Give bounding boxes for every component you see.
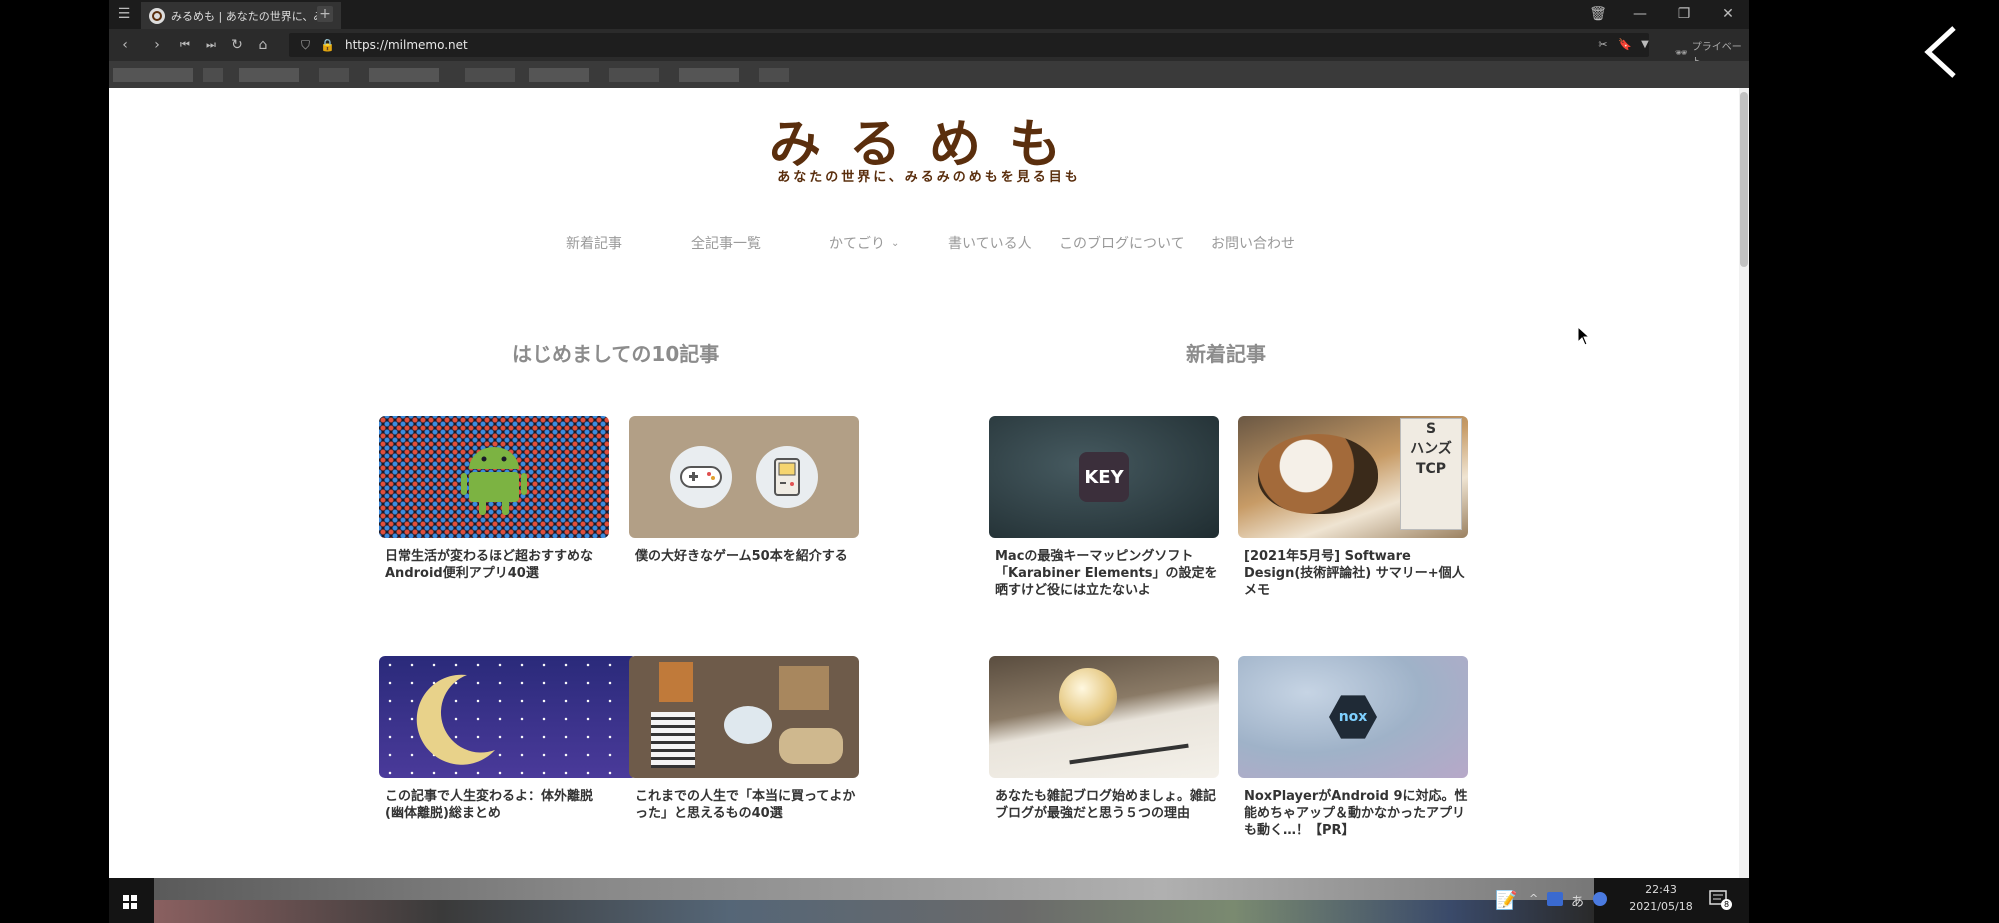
bookmarks-bar[interactable]: [109, 61, 1749, 88]
card-title[interactable]: [2021年5月号] Software Design(技術評論社) サマリー+個…: [1238, 548, 1469, 599]
nav-item-author[interactable]: 書いている人: [948, 233, 1032, 253]
nav-item-all-articles[interactable]: 全記事一覧: [691, 233, 761, 253]
card-title[interactable]: 僕の大好きなゲーム50本を紹介する: [629, 548, 860, 565]
ime-indicator[interactable]: あ: [1571, 891, 1584, 910]
new-tab-icon[interactable]: +: [317, 6, 333, 22]
pen-item: [1069, 743, 1189, 765]
private-mode-icon: 🕶: [1675, 47, 1688, 59]
skip-back-icon[interactable]: ⏮: [175, 35, 195, 55]
trash-icon[interactable]: 🗑: [1589, 5, 1607, 23]
nav-item-about[interactable]: このブログについて: [1059, 233, 1185, 253]
card-title[interactable]: この記事で人生変わるよ：体外離脱(幽体離脱)総まとめ: [379, 788, 610, 822]
card-title[interactable]: 日常生活が変わるほど超おすすめなAndroid便利アプリ40選: [379, 548, 610, 582]
article-card[interactable]: あなたも雑記ブログ始めましょ。雑記ブログが最強だと思う５つの理由: [989, 656, 1220, 822]
start-windows-icon[interactable]: [123, 894, 137, 909]
address-bar[interactable]: ⛉ 🔒 https://milmemo.net: [289, 33, 1649, 57]
home-icon[interactable]: ⌂: [253, 35, 273, 55]
article-card[interactable]: この記事で人生変わるよ：体外離脱(幽体離脱)総まとめ: [379, 656, 637, 822]
article-card[interactable]: 僕の大好きなゲーム50本を紹介する: [629, 416, 860, 565]
browser-window: ☰ みるめも | あなたの世界に、み + 🗑 — ❐ ✕ ‹ › ⏮ ⏭ ↻ ⌂…: [109, 0, 1749, 923]
mouse-cursor-icon: [1577, 325, 1591, 350]
lock-icon: 🔒: [320, 38, 335, 52]
close-icon[interactable]: ✕: [1719, 5, 1737, 23]
article-card[interactable]: 日常生活が変わるほど超おすすめなAndroid便利アプリ40選: [379, 416, 610, 582]
notification-count: 8: [1721, 899, 1732, 910]
moon-icon: [416, 674, 495, 765]
back-icon[interactable]: ‹: [115, 35, 135, 55]
url-text: https://milmemo.net: [344, 38, 468, 52]
reload-icon[interactable]: ↻: [227, 35, 247, 55]
card-thumbnail[interactable]: nox: [1238, 656, 1468, 778]
card-thumbnail[interactable]: S ハンズ TCP: [1238, 416, 1468, 538]
nox-logo-icon: nox: [1329, 695, 1377, 739]
card-thumbnail[interactable]: [629, 656, 859, 778]
restore-icon[interactable]: ❐: [1675, 5, 1693, 23]
clock-time: 22:43: [1645, 883, 1677, 896]
bookmark-icon[interactable]: 🔖: [1617, 36, 1633, 52]
dropdown-icon[interactable]: ▼: [1637, 36, 1653, 52]
shield-icon: ⛉: [301, 37, 311, 52]
nav-item-category-label: かてごり: [829, 236, 885, 252]
web-page: みるめも あなたの世界に、みるみのめもを見る目も 新着記事 全記事一覧 かてごり…: [109, 88, 1749, 878]
handheld-console-icon: [756, 446, 818, 508]
minimize-icon[interactable]: —: [1631, 5, 1649, 23]
nav-item-new-articles[interactable]: 新着記事: [566, 233, 622, 253]
chevron-down-icon: ⌄: [891, 237, 900, 249]
nav-item-category[interactable]: かてごり ⌄: [829, 233, 899, 253]
pinned-apps-area[interactable]: [154, 878, 1594, 923]
card-title[interactable]: NoxPlayerがAndroid 9に対応。性能めちゃアップ＆動かなかったアプ…: [1238, 788, 1469, 839]
lightbulb-photo: [1059, 668, 1117, 726]
bag-item: [779, 666, 829, 710]
article-card[interactable]: これまでの人生で「本当に買ってよかった」と思えるもの40選: [629, 656, 860, 822]
notepad-icon[interactable]: 📝: [1495, 890, 1517, 911]
scrollbar-thumb[interactable]: [1740, 92, 1748, 267]
article-card[interactable]: KEY Macの最強キーマッピングソフト「Karabiner Elements」…: [989, 416, 1220, 599]
android-icon: [461, 447, 527, 515]
back-chevron-icon[interactable]: [1918, 24, 1964, 80]
card-thumbnail[interactable]: [379, 416, 609, 538]
clock[interactable]: 22:43 2021/05/18: [1629, 883, 1693, 913]
card-title[interactable]: これまでの人生で「本当に買ってよかった」と思えるもの40選: [629, 788, 860, 822]
article-card[interactable]: S ハンズ TCP [2021年5月号] Software Design(技術評論社…: [1238, 416, 1469, 599]
section-title-intro: はじめましての10記事: [512, 342, 720, 366]
menu-icon[interactable]: ☰: [113, 4, 135, 24]
card-thumbnail[interactable]: [989, 656, 1219, 778]
shoes-item: [779, 728, 843, 764]
chevron-up-icon[interactable]: ^: [1529, 892, 1538, 905]
shirt-item: [651, 712, 695, 768]
section-title-new: 新着記事: [1186, 342, 1266, 366]
gamepad-icon: [670, 446, 732, 508]
notification-center-icon[interactable]: 8: [1709, 890, 1732, 910]
tab-title: みるめも | あなたの世界に、み: [171, 9, 325, 23]
scarf-item: [724, 706, 772, 744]
clock-date: 2021/05/18: [1629, 900, 1693, 913]
extension-icon[interactable]: ✂: [1595, 36, 1611, 52]
tab-bar: ☰ みるめも | あなたの世界に、み + 🗑 — ❐ ✕: [109, 0, 1749, 29]
site-favicon-icon: [149, 7, 165, 24]
nav-item-contact[interactable]: お問い合わせ: [1211, 233, 1295, 253]
browser-tab[interactable]: みるめも | あなたの世界に、み: [141, 2, 341, 29]
card-title[interactable]: あなたも雑記ブログ始めましょ。雑記ブログが最強だと思う５つの理由: [989, 788, 1220, 822]
magazine-cover: S ハンズ TCP: [1400, 418, 1462, 530]
card-thumbnail[interactable]: [629, 416, 859, 538]
cat-photo: [1258, 434, 1378, 514]
card-thumbnail[interactable]: KEY: [989, 416, 1219, 538]
taskbar: 📝 ^ あ 22:43 2021/05/18 8: [109, 878, 1749, 923]
network-icon[interactable]: [1593, 892, 1607, 906]
card-title[interactable]: Macの最強キーマッピングソフト「Karabiner Elements」の設定を…: [989, 548, 1220, 599]
card-thumbnail[interactable]: [379, 656, 637, 778]
skip-forward-icon[interactable]: ⏭: [201, 35, 221, 55]
site-tagline: あなたの世界に、みるみのめもを見る目も: [777, 170, 1081, 185]
navigation-bar: ‹ › ⏮ ⏭ ↻ ⌂ ⛉ 🔒 https://milmemo.net ✂ 🔖 …: [109, 29, 1749, 68]
article-card[interactable]: nox NoxPlayerがAndroid 9に対応。性能めちゃアップ＆動かなか…: [1238, 656, 1469, 839]
notebook-item: [659, 662, 693, 702]
key-badge-icon: KEY: [1079, 452, 1129, 502]
input-method-icon[interactable]: [1547, 892, 1563, 906]
forward-icon[interactable]: ›: [147, 35, 167, 55]
